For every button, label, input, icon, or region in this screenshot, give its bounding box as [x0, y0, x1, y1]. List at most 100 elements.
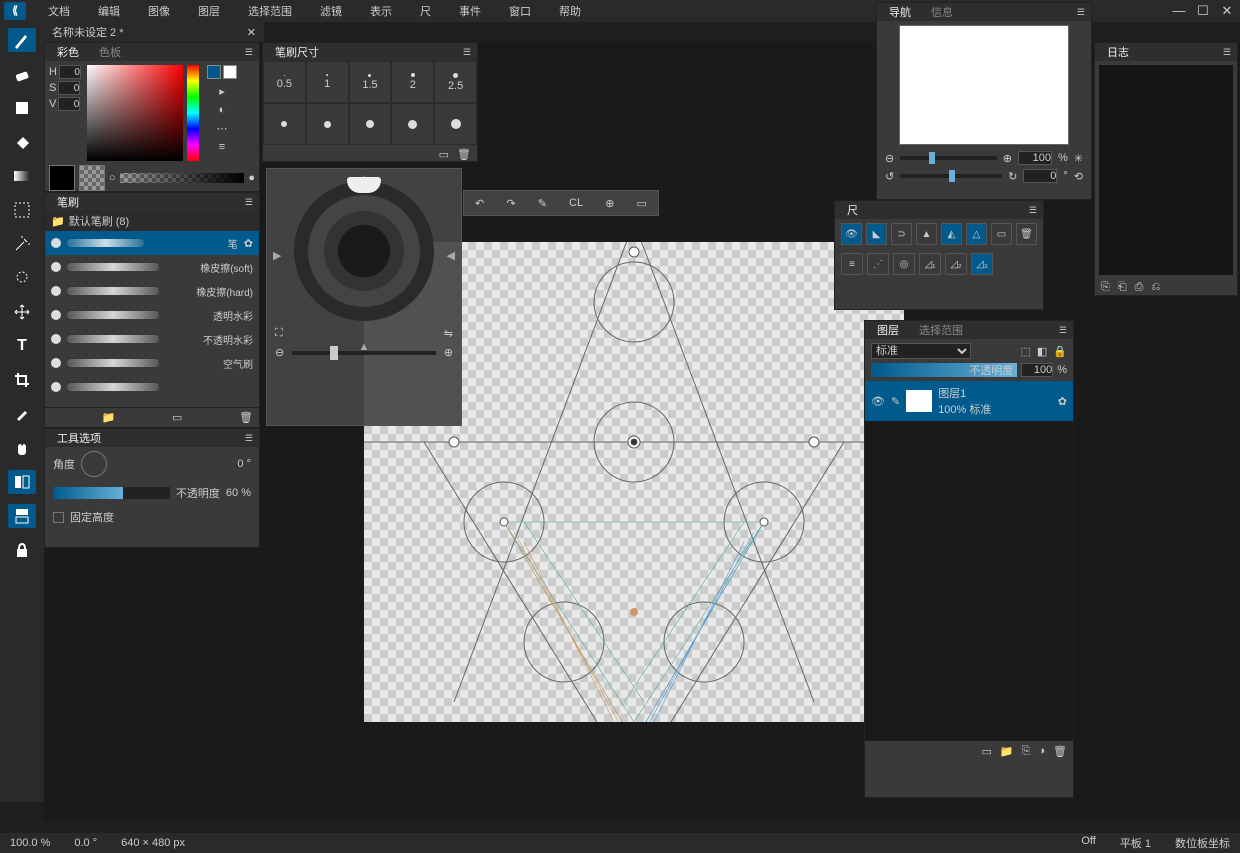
- size-preset[interactable]: 2: [391, 61, 434, 103]
- undo-icon[interactable]: ↶: [475, 197, 484, 210]
- size-preset[interactable]: 1.5: [349, 61, 392, 103]
- layer-opacity-slider[interactable]: 不透明度: [871, 363, 1017, 377]
- ruler-vp1-icon[interactable]: ◿₁: [919, 253, 941, 275]
- menu-layer[interactable]: 图层: [184, 3, 234, 19]
- zoom-out-icon[interactable]: ⊖: [275, 346, 284, 359]
- rotate-ccw-icon[interactable]: ↺: [885, 170, 894, 183]
- folder-icon[interactable]: 📁: [102, 411, 116, 424]
- alpha-slider[interactable]: [120, 173, 245, 183]
- tab-journal[interactable]: 日志: [1101, 43, 1135, 61]
- hue-input[interactable]: [59, 65, 81, 79]
- pen-icon[interactable]: ✎: [538, 197, 547, 210]
- opacity-slider[interactable]: [53, 487, 170, 499]
- brush-tool[interactable]: [8, 28, 36, 52]
- zoom-in-icon[interactable]: ⊕: [1003, 152, 1012, 165]
- alpha-swatch[interactable]: [79, 165, 105, 191]
- ruler-trash-icon[interactable]: 🗑: [1016, 223, 1037, 245]
- panel-menu-icon[interactable]: ☰: [245, 197, 253, 208]
- tab-navigator[interactable]: 导航: [883, 3, 917, 21]
- tab-color[interactable]: 彩色: [51, 43, 85, 61]
- hue-slider[interactable]: [187, 65, 199, 161]
- alpha-handle-icon[interactable]: ○: [109, 172, 116, 184]
- navigator-preview[interactable]: [899, 25, 1069, 145]
- zoom-slider[interactable]: [900, 156, 997, 160]
- menu-window[interactable]: 窗口: [495, 3, 545, 19]
- angle-slider[interactable]: [900, 174, 1002, 178]
- zoom-in-icon[interactable]: ⊕: [444, 346, 453, 359]
- text-tool[interactable]: T: [8, 334, 36, 358]
- zoom-out-icon[interactable]: ⊖: [885, 152, 894, 165]
- journal-list[interactable]: [1099, 65, 1233, 275]
- menu-image[interactable]: 图像: [134, 3, 184, 19]
- color-dots-icon[interactable]: ⋯: [217, 122, 228, 135]
- zoom-input[interactable]: [1018, 151, 1052, 165]
- controller-dial[interactable]: [294, 181, 434, 321]
- hand-tool[interactable]: [8, 436, 36, 460]
- ruler-concentric-icon[interactable]: ◎: [893, 253, 915, 275]
- flip-icon[interactable]: ⇋: [444, 327, 453, 340]
- angle-dial[interactable]: [81, 451, 107, 477]
- brush-item[interactable]: 不透明水彩: [45, 327, 259, 351]
- panel-menu-icon[interactable]: ☰: [1077, 7, 1085, 18]
- size-preset[interactable]: [434, 103, 477, 145]
- brush-item[interactable]: 空气刷: [45, 351, 259, 375]
- brush-category[interactable]: 📁 默认笔刷 (8): [45, 211, 259, 231]
- zoom-slider[interactable]: [292, 351, 436, 355]
- marquee-tool[interactable]: [8, 198, 36, 222]
- tab-ruler[interactable]: 尺: [841, 201, 864, 219]
- target-icon[interactable]: ⊕: [605, 197, 614, 210]
- journal-icon-4[interactable]: ⎌: [1151, 281, 1160, 294]
- menu-select[interactable]: 选择范围: [234, 3, 306, 19]
- ruler-snap-icon[interactable]: ◣: [866, 223, 887, 245]
- brush-item[interactable]: 笔✿: [45, 231, 259, 255]
- ruler-parallel-icon[interactable]: ≡: [841, 253, 863, 275]
- redo-icon[interactable]: ↷: [506, 197, 515, 210]
- trash-icon[interactable]: 🗑: [457, 148, 471, 161]
- color-menu-icon[interactable]: ≡: [219, 141, 225, 153]
- color-picker-square[interactable]: [87, 65, 183, 161]
- tab-brush[interactable]: 笔刷: [51, 193, 85, 211]
- layer-fx-icon[interactable]: ⬚: [1020, 345, 1030, 358]
- bucket-tool[interactable]: [8, 130, 36, 154]
- layer-opacity-input[interactable]: [1021, 363, 1053, 377]
- color-caret-icon[interactable]: ▸: [219, 85, 225, 98]
- gear-icon[interactable]: ✿: [1058, 395, 1067, 408]
- maximize-button[interactable]: ☐: [1196, 3, 1210, 19]
- blend-mode-select[interactable]: 标准: [871, 343, 971, 359]
- controller-popup[interactable]: ▲ ▶ ◀ ▲ ⛶ ⇋ ⊖ ⊕: [266, 168, 462, 426]
- brush-item[interactable]: 透明水彩: [45, 303, 259, 327]
- size-preset[interactable]: [349, 103, 392, 145]
- size-preset[interactable]: 2.5: [434, 61, 477, 103]
- shape-tool[interactable]: [8, 96, 36, 120]
- menu-filter[interactable]: 滤镜: [306, 3, 356, 19]
- fixed-height-checkbox[interactable]: [53, 512, 64, 523]
- rotate-cw-icon[interactable]: ↻: [1008, 170, 1017, 183]
- size-preset[interactable]: [263, 103, 306, 145]
- crop-tool[interactable]: [8, 368, 36, 392]
- ruler-mirror3-icon[interactable]: △: [966, 223, 987, 245]
- brush-item[interactable]: 橡皮擦(soft): [45, 255, 259, 279]
- tab-swatches[interactable]: 色板: [93, 43, 127, 61]
- journal-icon-1[interactable]: ⎘: [1101, 281, 1110, 294]
- close-tab-icon[interactable]: ✕: [247, 26, 256, 39]
- close-button[interactable]: ✕: [1220, 3, 1234, 19]
- new-preset-icon[interactable]: ▭: [439, 148, 449, 161]
- menu-event[interactable]: 事件: [445, 3, 495, 19]
- ruler-mirror2-icon[interactable]: ◭: [941, 223, 962, 245]
- document-tab[interactable]: 名称未设定 2 * ✕: [44, 22, 264, 42]
- bg-color-swatch[interactable]: [223, 65, 237, 79]
- menu-ruler[interactable]: 尺: [406, 3, 445, 19]
- tab-brush-size[interactable]: 笔刷尺寸: [269, 43, 325, 61]
- menu-help[interactable]: 帮助: [545, 3, 595, 19]
- edit-icon[interactable]: ✎: [891, 395, 900, 408]
- size-preset[interactable]: 1: [306, 61, 349, 103]
- ruler-vp3-icon[interactable]: ◿₃: [971, 253, 993, 275]
- visibility-icon[interactable]: 👁: [871, 395, 885, 408]
- ruler-mirror-icon[interactable]: ▲: [916, 223, 937, 245]
- eyedropper-tool[interactable]: [8, 402, 36, 426]
- reset-angle-icon[interactable]: ⟲: [1074, 170, 1083, 183]
- gear-icon[interactable]: ✿: [244, 237, 253, 250]
- size-preset[interactable]: [391, 103, 434, 145]
- new-brush-icon[interactable]: ▭: [172, 411, 182, 424]
- cl-button[interactable]: CL: [569, 197, 583, 209]
